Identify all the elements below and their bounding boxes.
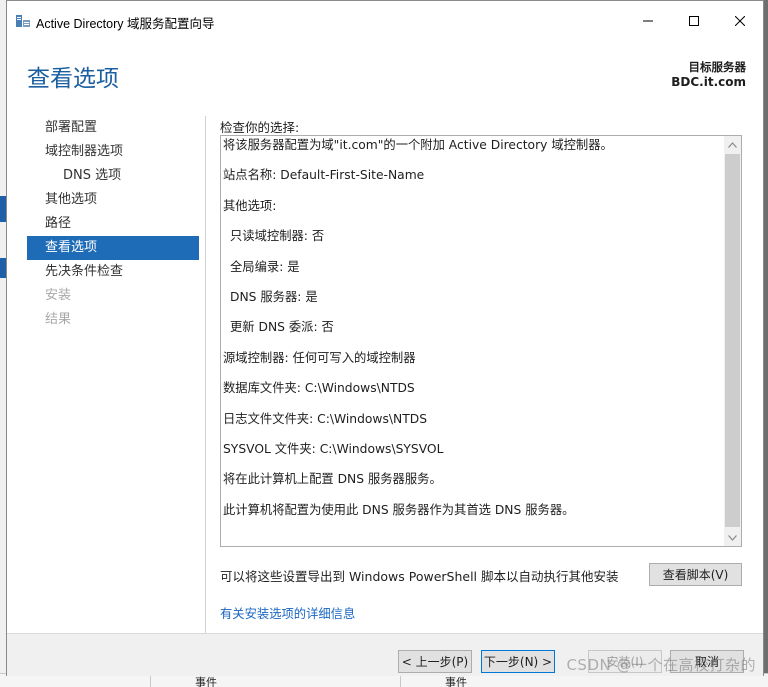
nav-item-5[interactable]: 查看选项 bbox=[27, 236, 199, 260]
review-line: 将该服务器配置为域"it.com"的一个附加 Active Directory … bbox=[223, 138, 613, 152]
background-column-label: 事件 bbox=[195, 676, 217, 687]
scroll-thumb[interactable] bbox=[725, 154, 740, 527]
review-textbox[interactable]: 将该服务器配置为域"it.com"的一个附加 Active Directory … bbox=[220, 135, 742, 547]
review-line: 只读域控制器: 否 bbox=[230, 229, 325, 244]
scroll-up-button[interactable] bbox=[724, 136, 741, 153]
server-manager-icon bbox=[16, 15, 30, 27]
nav-item-8: 结果 bbox=[45, 312, 72, 327]
view-script-button[interactable]: 查看脚本(V) bbox=[649, 563, 742, 586]
vertical-scrollbar[interactable] bbox=[724, 136, 741, 546]
watermark: CSDN @一个在高校打杂的 bbox=[566, 656, 756, 674]
review-line: 此计算机将配置为使用此 DNS 服务器作为其首选 DNS 服务器。 bbox=[223, 502, 575, 517]
review-line: 日志文件文件夹: C:\Windows\NTDS bbox=[223, 411, 428, 426]
nav-item-6[interactable]: 先决条件检查 bbox=[27, 260, 199, 284]
page-title: 查看选项 bbox=[27, 66, 119, 92]
review-line: 更新 DNS 委派: 否 bbox=[230, 320, 334, 335]
wizard-header: 查看选项 目标服务器 BDC.it.com bbox=[7, 41, 763, 101]
background-column-label: 事件 bbox=[445, 676, 467, 687]
target-server-name: BDC.it.com bbox=[671, 75, 746, 89]
maximize-button[interactable] bbox=[671, 1, 717, 41]
review-line: 全局编录: 是 bbox=[230, 259, 300, 274]
more-info-link[interactable]: 有关安装选项的详细信息 bbox=[220, 604, 355, 622]
chevron-up-icon bbox=[728, 141, 737, 148]
nav-item-1[interactable]: 域控制器选项 bbox=[27, 140, 199, 164]
nav-divider bbox=[205, 116, 206, 634]
review-line: 源域控制器: 任何可写入的域控制器 bbox=[223, 350, 416, 365]
export-description: 可以将这些设置导出到 Windows PowerShell 脚本以自动执行其他安… bbox=[220, 569, 619, 584]
review-line: SYSVOL 文件夹: C:\Windows\SYSVOL bbox=[223, 441, 444, 456]
nav-item-0[interactable]: 部署配置 bbox=[27, 116, 199, 140]
next-button[interactable]: 下一步(N) > bbox=[481, 650, 555, 673]
title-bar[interactable]: Active Directory 域服务配置向导 bbox=[7, 1, 763, 41]
scroll-down-button[interactable] bbox=[724, 529, 741, 546]
wizard-nav: 部署配置 域控制器选项 DNS 选项 其他选项 路径 查看选项 先决条件检查安装结果 bbox=[27, 116, 199, 332]
minimize-icon bbox=[643, 20, 653, 22]
nav-item-4[interactable]: 路径 bbox=[27, 212, 199, 236]
nav-item-3[interactable]: 其他选项 bbox=[27, 188, 199, 212]
window-title: Active Directory 域服务配置向导 bbox=[36, 17, 215, 31]
nav-item-7: 安装 bbox=[45, 288, 72, 303]
review-content: 将该服务器配置为域"it.com"的一个附加 Active Directory … bbox=[223, 136, 719, 531]
wizard-window: Active Directory 域服务配置向导 查看选项 目标服务器 BDC.… bbox=[6, 0, 764, 676]
nav-item-2[interactable]: DNS 选项 bbox=[27, 164, 199, 188]
close-icon bbox=[735, 16, 745, 26]
review-line: DNS 服务器: 是 bbox=[230, 289, 318, 304]
chevron-down-icon bbox=[728, 534, 737, 541]
target-server-label: 目标服务器 bbox=[688, 60, 747, 74]
review-line: 数据库文件夹: C:\Windows\NTDS bbox=[223, 381, 415, 396]
previous-button[interactable]: < 上一步(P) bbox=[398, 650, 472, 673]
review-label: 检查你的选择: bbox=[220, 120, 300, 135]
minimize-button[interactable] bbox=[625, 1, 671, 41]
review-line: 其他选项: bbox=[223, 198, 277, 213]
review-line: 站点名称: Default-First-Site-Name bbox=[223, 168, 425, 183]
review-line: 将在此计算机上配置 DNS 服务器服务。 bbox=[223, 472, 442, 487]
close-button[interactable] bbox=[717, 1, 763, 41]
maximize-icon bbox=[689, 16, 699, 26]
